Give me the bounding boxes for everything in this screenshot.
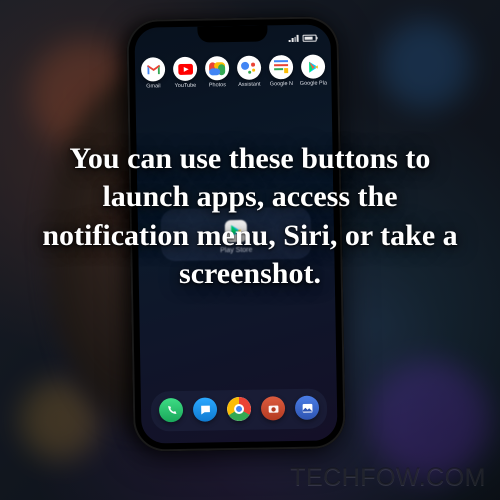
chrome-icon <box>227 397 251 421</box>
play-icon <box>301 54 325 78</box>
app-play[interactable]: Google Pla <box>301 54 325 80</box>
bokeh <box>370 360 490 480</box>
app-youtube[interactable]: YouTube <box>173 57 197 83</box>
battery-icon <box>303 34 317 41</box>
app-label: Google Pla <box>293 80 333 87</box>
notch <box>197 25 267 42</box>
bokeh <box>380 20 470 110</box>
app-gallery[interactable] <box>295 396 319 422</box>
overlay-text: You can use these buttons to launch apps… <box>0 140 500 294</box>
status-right <box>289 34 317 41</box>
gallery-icon <box>295 396 319 420</box>
dock <box>151 388 328 431</box>
app-phone[interactable] <box>159 398 183 424</box>
app-camera[interactable] <box>261 396 285 422</box>
camera-icon <box>261 396 285 420</box>
messages-icon <box>193 397 217 421</box>
signal-icon <box>289 34 299 41</box>
app-chrome[interactable] <box>227 397 251 423</box>
assistant-icon <box>237 56 261 80</box>
watermark: TECHFOW.COM <box>290 463 486 492</box>
scene: Gmail YouTube Photos <box>0 0 500 500</box>
app-gnews[interactable]: Google N <box>269 55 293 81</box>
gnews-icon <box>269 55 293 79</box>
home-row: Gmail YouTube Photos <box>135 54 331 83</box>
photos-icon <box>205 56 229 80</box>
phone-icon <box>159 398 183 422</box>
app-messages[interactable] <box>193 397 217 423</box>
youtube-icon <box>173 57 197 81</box>
app-assistant[interactable]: Assistant <box>237 56 261 82</box>
app-photos[interactable]: Photos <box>205 56 229 82</box>
gmail-icon <box>141 57 165 81</box>
app-gmail[interactable]: Gmail <box>141 57 165 83</box>
